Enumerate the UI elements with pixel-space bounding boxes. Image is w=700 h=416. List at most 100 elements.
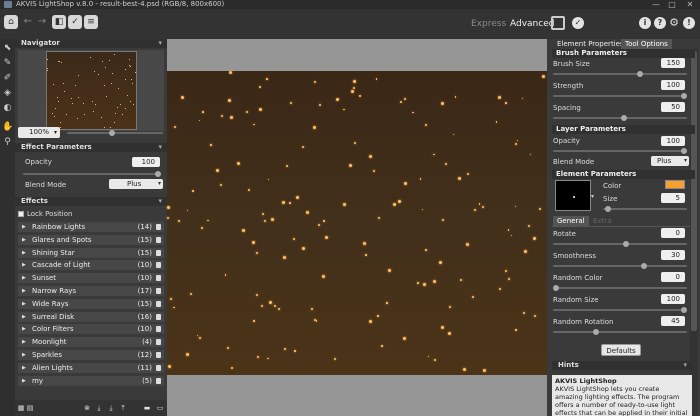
brush-tool-icon[interactable]: ✐ (2, 73, 13, 84)
tab-general[interactable]: General (553, 216, 589, 226)
slider-knob[interactable] (623, 241, 629, 247)
hints-header[interactable]: Hints ▾ (552, 361, 692, 370)
eraser-icon[interactable]: ◈ (2, 88, 13, 99)
strength-input[interactable]: 100 (661, 80, 685, 90)
expand-icon[interactable]: ▶ (22, 337, 26, 347)
save-image-icon[interactable]: ✓ (68, 15, 82, 29)
list-item[interactable]: ▶ Color Filters (10) (18, 324, 164, 335)
layer-opacity-input[interactable]: 100 (661, 136, 685, 146)
expand-icon[interactable]: ▶ (22, 312, 26, 322)
minimize-button[interactable]: — (650, 0, 662, 9)
layer-blend-dropdown[interactable]: Plus ▾ (651, 156, 689, 166)
blend-mode-dropdown[interactable]: Plus ▾ (109, 179, 163, 189)
open-image-icon[interactable]: ◧ (52, 15, 66, 29)
rotate-slider[interactable] (553, 241, 687, 247)
notifications-icon[interactable]: ! (683, 17, 695, 29)
slider-knob[interactable] (605, 206, 611, 212)
list-item[interactable]: ▶ Sunset (10) (18, 273, 164, 284)
expand-icon[interactable]: ▶ (22, 248, 26, 258)
expand-icon[interactable]: ▶ (22, 299, 26, 309)
slider-knob[interactable] (681, 148, 687, 154)
maximize-button[interactable]: □ (666, 0, 678, 9)
tab-tool-options[interactable]: Tool Options (621, 39, 672, 49)
list-item[interactable]: ▶ Rainbow Lights (14) (18, 222, 164, 232)
close-button[interactable]: ✕ (684, 0, 696, 9)
tab-extra[interactable]: Extra (589, 216, 615, 226)
brush-size-input[interactable]: 150 (661, 58, 685, 68)
opacity-input[interactable]: 100 (132, 157, 160, 167)
slider-knob[interactable] (641, 263, 647, 269)
import-icon[interactable]: ⤓ (95, 404, 103, 412)
list-item[interactable]: ▶ Surreal Disk (16) (18, 311, 164, 322)
size-slider[interactable] (603, 206, 687, 212)
hand-tool-icon[interactable]: ✋ (2, 122, 13, 133)
help-icon[interactable]: ? (654, 17, 666, 29)
list-item[interactable]: ▶ Shining Star (15) (18, 247, 164, 258)
list-item[interactable]: ▶ Cascade of Light (10) (18, 260, 164, 271)
element-preview[interactable] (555, 180, 591, 211)
expand-icon[interactable]: ▶ (22, 376, 26, 386)
list-item[interactable]: ▶ Glares and Spots (15) (18, 234, 164, 245)
print-icon[interactable]: ≡ (84, 15, 98, 29)
spacing-input[interactable]: 50 (661, 102, 685, 112)
expand-icon[interactable]: ▶ (22, 324, 26, 334)
rotate-input[interactable]: 0 (661, 228, 685, 238)
delete-preset-icon[interactable]: ⊗ (83, 404, 91, 412)
spacing-slider[interactable] (553, 115, 687, 121)
slider-knob[interactable] (681, 93, 687, 99)
expand-icon[interactable]: ▶ (22, 235, 26, 245)
gradient-icon[interactable]: ◐ (2, 103, 13, 114)
run-icon[interactable]: ✓ (572, 17, 584, 29)
grid-view-icon[interactable]: ▦ (17, 404, 25, 412)
info-icon[interactable]: i (639, 17, 651, 29)
expand-icon[interactable]: ▶ (22, 350, 26, 360)
folder-icon[interactable]: ▬ (143, 404, 151, 412)
list-item[interactable]: ▶ Moonlight (4) (18, 337, 164, 348)
size-input[interactable]: 5 (661, 193, 685, 203)
slider-knob[interactable] (593, 329, 599, 335)
express-mode-button[interactable]: Express (471, 18, 506, 30)
zoom-slider[interactable] (67, 130, 163, 136)
random-rotation-slider[interactable] (553, 329, 687, 335)
list-item[interactable]: ▶ Narrow Rays (17) (18, 286, 164, 296)
settings-gear-icon[interactable]: ⚙ (668, 17, 680, 29)
zoom-slider-knob[interactable] (109, 130, 115, 136)
random-size-input[interactable]: 100 (661, 294, 685, 304)
defaults-button[interactable]: Defaults (601, 344, 641, 356)
undo-icon[interactable]: ← (22, 15, 34, 29)
random-color-slider[interactable] (553, 285, 687, 291)
smoothness-input[interactable]: 30 (661, 250, 685, 260)
strength-slider[interactable] (553, 93, 687, 99)
opacity-slider[interactable] (23, 171, 161, 177)
navigator-preview[interactable] (18, 50, 164, 131)
opacity-slider-knob[interactable] (155, 171, 161, 177)
random-color-input[interactable]: 0 (661, 272, 685, 282)
image-canvas[interactable] (167, 71, 547, 375)
random-rotation-input[interactable]: 45 (661, 316, 685, 326)
effect-params-header[interactable]: Effect Parameters ▾ (15, 143, 167, 152)
zoom-tool-icon[interactable]: ⚲ (2, 137, 13, 148)
slider-knob[interactable] (637, 71, 643, 77)
slider-knob[interactable] (681, 307, 687, 313)
color-swatch[interactable] (665, 180, 685, 189)
save-preset-icon[interactable]: ⤓ (107, 404, 115, 412)
slider-knob[interactable] (553, 285, 559, 291)
expand-icon[interactable]: ▶ (22, 363, 26, 373)
layer-opacity-slider[interactable] (553, 148, 687, 154)
effects-header[interactable]: Effects ▾ (15, 197, 167, 206)
new-preset-icon[interactable]: ▭ (156, 404, 164, 412)
list-item[interactable]: ▶ Alien Lights (11) (18, 362, 164, 373)
list-item[interactable]: ▶ Wide Rays (15) (18, 298, 164, 309)
slider-knob[interactable] (621, 115, 627, 121)
random-size-slider[interactable] (553, 307, 687, 313)
smoothness-slider[interactable] (553, 263, 687, 269)
select-tool-icon[interactable]: ⬉ (2, 43, 13, 54)
tab-element-properties[interactable]: Element Properties (553, 39, 628, 49)
expand-icon[interactable]: ▶ (22, 260, 26, 270)
chevron-down-icon[interactable]: ▾ (591, 193, 594, 200)
advanced-mode-button[interactable]: Advanced (510, 18, 554, 30)
expand-icon[interactable]: ▶ (22, 286, 26, 296)
zoom-dropdown[interactable]: 100% ▾ (18, 127, 60, 138)
home-icon[interactable]: ⌂ (4, 15, 18, 29)
magic-brush-icon[interactable]: ✎ (2, 58, 13, 69)
